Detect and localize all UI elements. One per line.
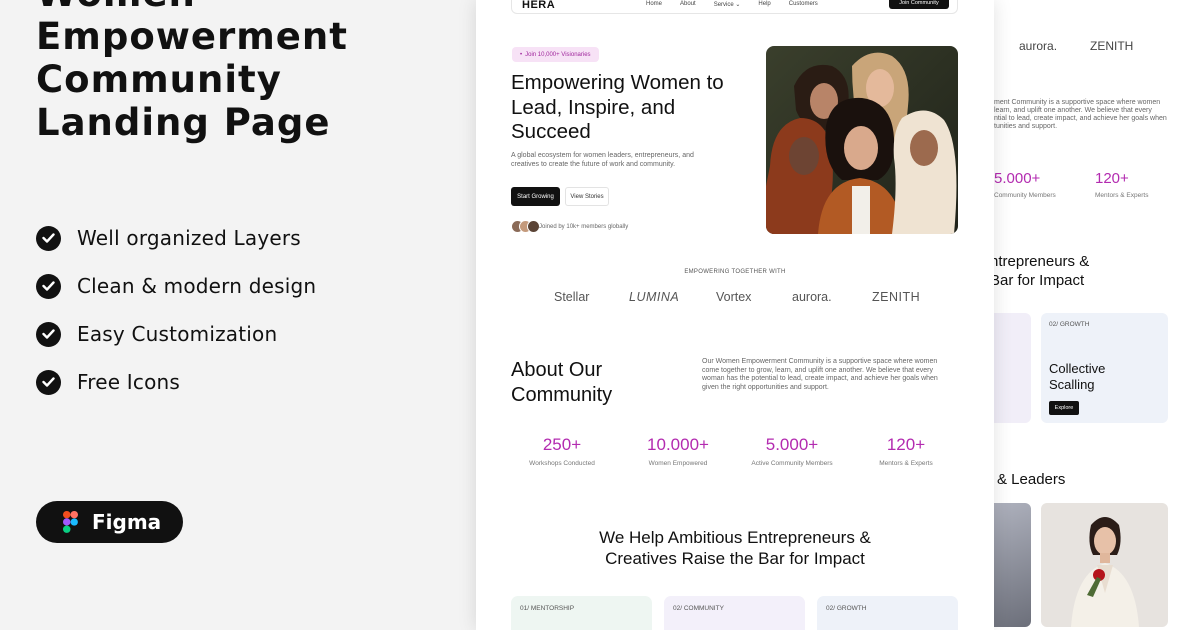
back-about-line: ntial to lead, create impact, and achiev… xyxy=(994,115,1167,122)
feature-label: Clean & modern design xyxy=(77,274,317,298)
back-about-line: ment Community is a supportive space whe… xyxy=(994,99,1161,106)
feature-item: Easy Customization xyxy=(36,310,316,358)
back-about-text: ment Community is a supportive space whe… xyxy=(994,99,1200,131)
back-stat: 5.000+ Community Members xyxy=(994,170,1056,199)
help-title-text: We Help Ambitious Entrepreneurs & Creati… xyxy=(599,528,871,568)
figma-logo-icon xyxy=(63,511,78,533)
back-stat-value: 5.000+ xyxy=(994,170,1041,187)
stat-label: Workshops Conducted xyxy=(529,460,595,467)
member-avatars xyxy=(511,220,540,233)
stat-mentors: 120+ Mentors & Experts xyxy=(846,435,966,467)
stat-value: 5.000+ xyxy=(765,435,819,454)
figma-label: Figma xyxy=(92,510,162,534)
start-growing-button[interactable]: Start Growing xyxy=(511,187,560,206)
back-partner-logo: ZENITH xyxy=(1090,39,1134,53)
stat-value: 120+ xyxy=(886,435,926,454)
stat-label: Women Empowered xyxy=(648,460,708,467)
back-section-heading: ntrepreneurs & Bar for Impact xyxy=(990,252,1089,290)
partners-title: EMPOWERING TOGETHER WITH xyxy=(684,269,786,275)
service-card-label: 01/ MENTORSHIP xyxy=(520,605,575,612)
check-circle-icon xyxy=(36,321,61,347)
star-icon: • xyxy=(520,51,523,58)
nav-service-label: Service xyxy=(713,2,734,8)
landing-page-preview: HERA Home About Service ⌄ Help Customers… xyxy=(476,0,994,630)
service-card-label: 02/ COMMUNITY xyxy=(673,605,724,612)
stat-members: 5.000+ Active Community Members xyxy=(732,435,852,467)
back-about-line: learn, and uplift one another. We believ… xyxy=(994,107,1152,114)
leader-photo-illustration xyxy=(1071,517,1139,627)
partner-logo-lumina: LUMINA xyxy=(629,290,680,304)
brand-logo[interactable]: HERA xyxy=(522,0,555,11)
stat-women: 10.000+ Women Empowered xyxy=(618,435,738,467)
about-title: About Our Community xyxy=(511,359,613,406)
hero-photo-illustration xyxy=(766,46,958,234)
back-page-preview: H aurora. ZENITH ment Community is a sup… xyxy=(960,0,1200,630)
chevron-down-icon: ⌄ xyxy=(735,2,741,8)
partner-logo-stellar: Stellar xyxy=(554,290,590,304)
back-card-title: Collective Scalling xyxy=(1049,361,1106,392)
back-heading-line: Bar for Impact xyxy=(990,272,1085,289)
check-circle-icon xyxy=(36,225,61,251)
back-service-card-growth: 02/ GROWTH Collective Scalling Explore xyxy=(1041,313,1168,423)
nav-home[interactable]: Home xyxy=(646,1,662,8)
help-title: We Help Ambitious Entrepreneurs & Creati… xyxy=(476,527,994,569)
nav-links: Home About Service ⌄ Help Customers xyxy=(646,1,818,8)
about-text: Our Women Empowerment Community is a sup… xyxy=(702,358,938,391)
nav-help[interactable]: Help xyxy=(758,1,770,8)
hero-title: Empowering Women to Lead, Inspire, and S… xyxy=(511,71,724,143)
navbar: HERA Home About Service ⌄ Help Customers… xyxy=(511,0,958,14)
back-partner-logo: aurora. xyxy=(1019,39,1058,53)
view-stories-button[interactable]: View Stories xyxy=(565,187,609,206)
nav-service[interactable]: Service ⌄ xyxy=(714,1,741,8)
check-circle-icon xyxy=(36,369,61,395)
join-community-button[interactable]: Join Community xyxy=(889,0,949,9)
back-stat-label: Mentors & Experts xyxy=(1095,192,1149,199)
joined-text: Joined by 10k+ members globally xyxy=(539,224,629,230)
back-heading-line: ntrepreneurs & xyxy=(990,253,1090,270)
hero-photo xyxy=(766,46,958,234)
back-leader-photo xyxy=(1041,503,1168,627)
promo-title-line: Landing Page xyxy=(36,101,331,144)
feature-label: Easy Customization xyxy=(77,322,278,346)
nav-about[interactable]: About xyxy=(680,1,696,8)
stat-label: Mentors & Experts xyxy=(879,460,933,467)
service-card-growth[interactable]: 02/ GROWTH xyxy=(817,596,958,630)
back-card-label: 02/ GROWTH xyxy=(1049,321,1090,328)
stat-workshops: 250+ Workshops Conducted xyxy=(502,435,622,467)
hero-subtitle: A global ecosystem for women leaders, en… xyxy=(511,152,694,168)
check-circle-icon xyxy=(36,273,61,299)
service-card-mentorship[interactable]: 01/ MENTORSHIP xyxy=(511,596,652,630)
feature-list: Well organized Layers Clean & modern des… xyxy=(36,214,316,406)
promo-title: Women Empowerment Community Landing Page xyxy=(36,0,348,144)
back-stat-value: 120+ xyxy=(1095,170,1129,187)
feature-label: Free Icons xyxy=(77,370,181,394)
nav-customers[interactable]: Customers xyxy=(789,1,818,8)
stat-value: 250+ xyxy=(542,435,582,454)
promo-title-line: Community xyxy=(36,58,282,101)
back-leaders-heading: & Leaders xyxy=(997,471,1066,488)
feature-item: Free Icons xyxy=(36,358,316,406)
service-card-community[interactable]: 02/ COMMUNITY xyxy=(664,596,805,630)
promo-title-line: Empowerment xyxy=(36,15,348,58)
stat-value: 10.000+ xyxy=(647,435,709,454)
feature-label: Well organized Layers xyxy=(77,226,301,250)
partner-logo-zenith: ZENITH xyxy=(872,290,921,304)
partner-logo-vortex: Vortex xyxy=(716,290,752,304)
hero-badge-label: Join 10,000+ Visionaries xyxy=(525,51,591,58)
stat-label: Active Community Members xyxy=(751,460,833,467)
partner-logo-aurora: aurora. xyxy=(792,290,832,304)
service-card-label: 02/ GROWTH xyxy=(826,605,867,612)
feature-item: Clean & modern design xyxy=(36,262,316,310)
feature-item: Well organized Layers xyxy=(36,214,316,262)
back-stat: 120+ Mentors & Experts xyxy=(1095,170,1148,199)
explore-button[interactable]: Explore xyxy=(1049,401,1079,415)
promo-title-line: Women xyxy=(36,0,348,15)
back-about-line: tunities and support. xyxy=(994,123,1058,130)
back-stat-label: Community Members xyxy=(994,192,1056,199)
hero-badge: • Join 10,000+ Visionaries xyxy=(512,47,599,62)
figma-badge: Figma xyxy=(36,501,183,543)
